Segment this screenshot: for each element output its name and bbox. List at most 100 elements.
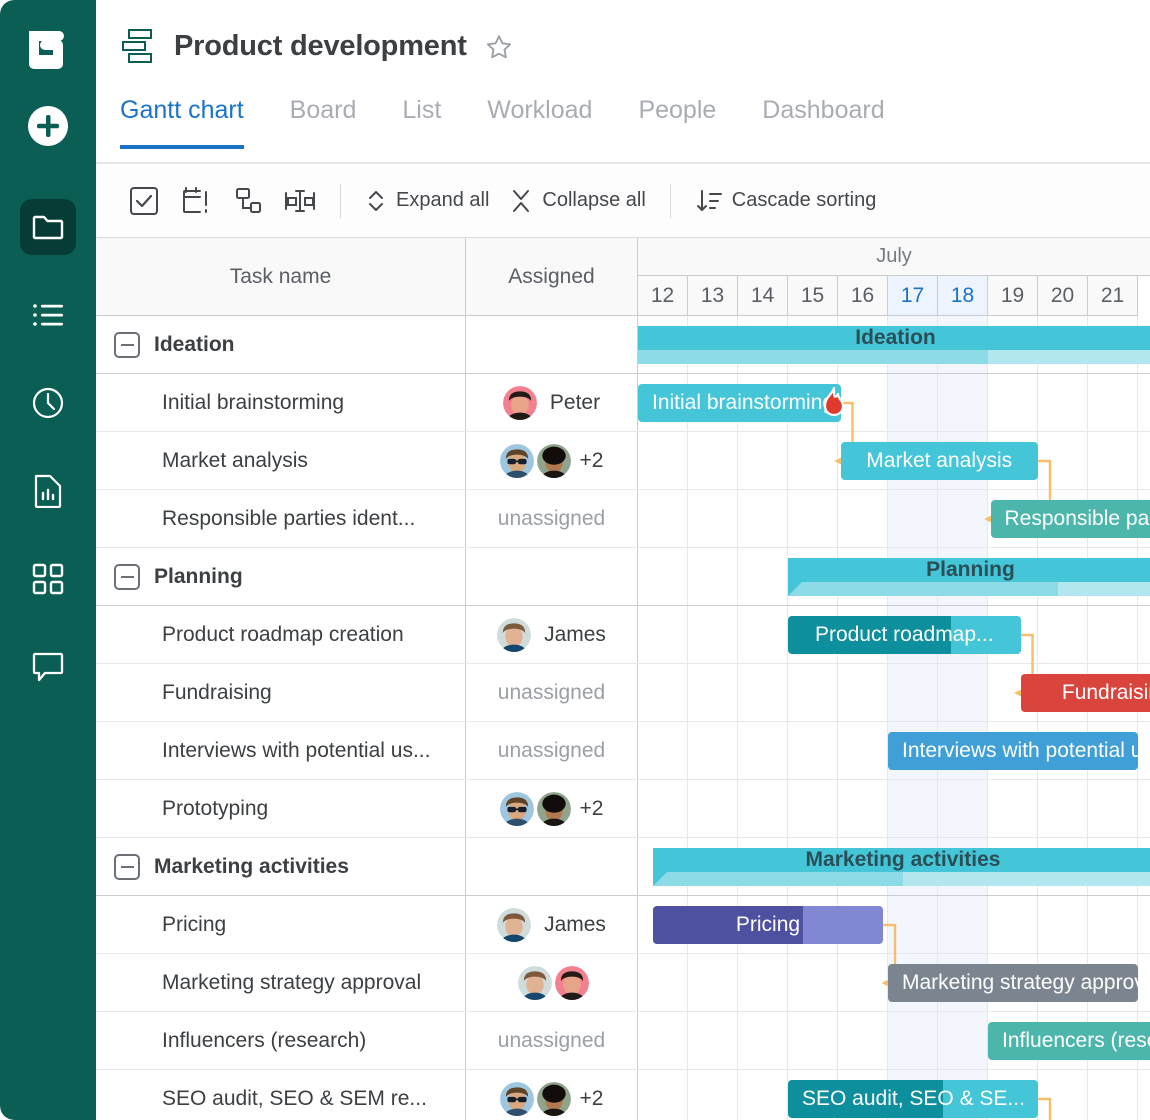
collapse-toggle-icon[interactable]: [114, 853, 140, 880]
timeline-day-19[interactable]: 19: [988, 276, 1038, 316]
assigned-cell[interactable]: unassigned: [466, 490, 638, 547]
table-row[interactable]: Product roadmap creation James: [96, 606, 638, 664]
gantt-task-bar[interactable]: Initial brainstorming: [638, 384, 841, 422]
task-name-cell[interactable]: Planning: [96, 548, 466, 605]
assigned-cell[interactable]: James: [466, 606, 638, 663]
assigned-cell[interactable]: [466, 316, 638, 373]
table-row[interactable]: Prototyping +2: [96, 780, 638, 838]
table-row[interactable]: Fundraising unassigned: [96, 664, 638, 722]
timeline-day-20[interactable]: 20: [1038, 276, 1088, 316]
table-row[interactable]: Interviews with potential us... unassigne…: [96, 722, 638, 780]
assigned-cell[interactable]: +2: [466, 432, 638, 489]
ganttpro-logo[interactable]: [20, 20, 76, 76]
gantt-task-bar[interactable]: Market analysis: [840, 442, 1038, 480]
table-group-row[interactable]: Marketing activities: [96, 838, 638, 896]
gantt-summary-bar[interactable]: Planning: [788, 558, 1150, 596]
task-name-cell[interactable]: Interviews with potential us...: [96, 722, 466, 779]
assigned-cell[interactable]: [466, 954, 638, 1011]
timeline-day-21[interactable]: 21: [1088, 276, 1138, 316]
gantt-summary-bar[interactable]: Ideation: [638, 326, 1150, 364]
assigned-cell[interactable]: [466, 548, 638, 605]
task-name-cell[interactable]: Market analysis: [96, 432, 466, 489]
table-row[interactable]: Market analysis +2: [96, 432, 638, 490]
gantt-task-bar[interactable]: Marketing strategy approval: [888, 964, 1138, 1002]
sidebar-item-time-log[interactable]: [20, 375, 76, 431]
table-group-row[interactable]: Planning: [96, 548, 638, 606]
timeline-day-17[interactable]: 17: [888, 276, 938, 316]
sidebar-item-comments[interactable]: [20, 639, 76, 695]
task-name-cell[interactable]: Product roadmap creation: [96, 606, 466, 663]
assigned-cell[interactable]: unassigned: [466, 664, 638, 721]
collapse-all-label: Collapse all: [542, 189, 646, 211]
collapse-toggle-icon[interactable]: [114, 331, 140, 358]
gantt-task-bar[interactable]: Responsible parties identification: [990, 500, 1150, 538]
timeline-day-18[interactable]: 18: [938, 276, 988, 316]
gantt-task-bar[interactable]: Pricing: [653, 906, 883, 944]
table-group-row[interactable]: Ideation: [96, 316, 638, 374]
expand-all-button[interactable]: Expand all: [355, 188, 499, 214]
tab-people[interactable]: People: [615, 92, 739, 147]
assignee-name: unassigned: [497, 738, 606, 762]
task-name-cell[interactable]: Ideation: [96, 316, 466, 373]
collapse-toggle-icon[interactable]: [114, 563, 140, 590]
gantt-task-bar[interactable]: SEO audit, SEO & SE...: [788, 1080, 1038, 1118]
tab-list[interactable]: List: [379, 92, 464, 147]
gantt-task-bar[interactable]: Interviews with potential users: [888, 732, 1138, 770]
gantt-task-bar[interactable]: Product roadmap...: [788, 616, 1021, 654]
calendar-alert-icon[interactable]: [170, 175, 222, 227]
summary-bar-progress: [653, 872, 903, 886]
timeline-body: Ideation Initial brainstorming Market anal…: [638, 316, 1150, 1120]
task-name-cell[interactable]: SEO audit, SEO & SEM re...: [96, 1070, 466, 1120]
timeline-day-14[interactable]: 14: [738, 276, 788, 316]
star-icon[interactable]: [485, 33, 511, 59]
timeline-day-15[interactable]: 15: [788, 276, 838, 316]
avatar: [497, 907, 532, 942]
table-row[interactable]: Initial brainstorming Peter: [96, 374, 638, 432]
assigned-cell[interactable]: +2: [466, 1070, 638, 1120]
baseline-icon[interactable]: [274, 175, 326, 227]
collapse-all-button[interactable]: Collapse all: [499, 188, 655, 214]
summary-bar-progress: [788, 582, 1059, 596]
sidebar-item-reports[interactable]: [20, 463, 76, 519]
timeline-day-16[interactable]: 16: [838, 276, 888, 316]
timeline-day-12[interactable]: 12: [638, 276, 688, 316]
table-row[interactable]: Marketing strategy approval: [96, 954, 638, 1012]
sidebar-item-list[interactable]: [20, 287, 76, 343]
avatar: [518, 965, 552, 1000]
table-row[interactable]: Pricing James: [96, 896, 638, 954]
tab-gantt-chart[interactable]: Gantt chart: [120, 92, 267, 149]
assigned-cell[interactable]: [466, 838, 638, 895]
tab-dashboard[interactable]: Dashboard: [739, 92, 907, 147]
tab-workload[interactable]: Workload: [464, 92, 615, 147]
assigned-cell[interactable]: unassigned: [466, 1012, 638, 1069]
column-header-task-name[interactable]: Task name: [96, 238, 466, 316]
assignee-name: James: [544, 622, 606, 646]
hierarchy-icon[interactable]: [222, 175, 274, 227]
task-name-cell[interactable]: Marketing strategy approval: [96, 954, 466, 1011]
assigned-cell[interactable]: +2: [466, 780, 638, 837]
task-name-cell[interactable]: Fundraising: [96, 664, 466, 721]
table-row[interactable]: SEO audit, SEO & SEM re... +2: [96, 1070, 638, 1120]
table-row[interactable]: Responsible parties ident... unassigned: [96, 490, 638, 548]
gantt-task-bar[interactable]: Influencers (research): [988, 1022, 1150, 1060]
sidebar-item-projects[interactable]: [20, 199, 76, 255]
assigned-cell[interactable]: Peter: [466, 374, 638, 431]
timeline-day-13[interactable]: 13: [688, 276, 738, 316]
task-name-cell[interactable]: Prototyping: [96, 780, 466, 837]
task-name-cell[interactable]: Influencers (research): [96, 1012, 466, 1069]
checkbox-icon[interactable]: [118, 175, 170, 227]
tab-board[interactable]: Board: [267, 92, 380, 147]
column-header-assigned[interactable]: Assigned: [466, 238, 638, 316]
gantt-task-bar[interactable]: Fundraising: [1020, 674, 1150, 712]
task-name-cell[interactable]: Responsible parties ident...: [96, 490, 466, 547]
assigned-cell[interactable]: unassigned: [466, 722, 638, 779]
task-name-cell[interactable]: Marketing activities: [96, 838, 466, 895]
table-row[interactable]: Influencers (research) unassigned: [96, 1012, 638, 1070]
assigned-cell[interactable]: James: [466, 896, 638, 953]
task-name-cell[interactable]: Initial brainstorming: [96, 374, 466, 431]
gantt-summary-bar[interactable]: Marketing activities: [653, 848, 1150, 886]
sidebar-item-apps[interactable]: [20, 551, 76, 607]
cascade-sorting-button[interactable]: Cascade sorting: [685, 187, 887, 215]
sidebar-item-add[interactable]: [20, 98, 76, 154]
task-name-cell[interactable]: Pricing: [96, 896, 466, 953]
